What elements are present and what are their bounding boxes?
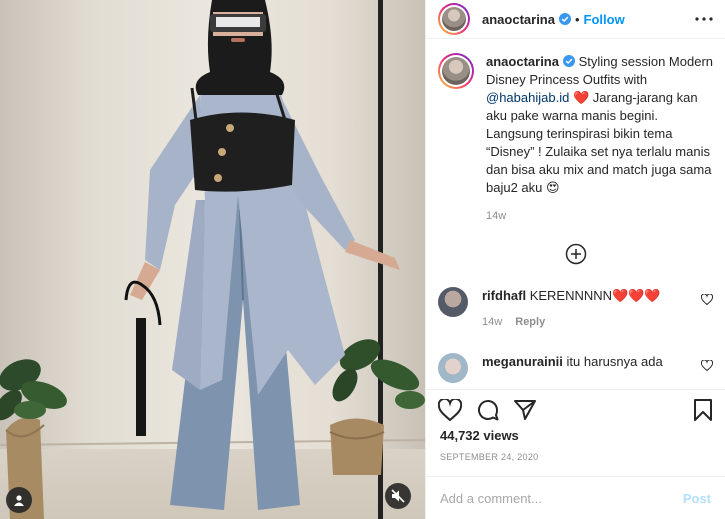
- verified-icon: [562, 55, 575, 67]
- author-username[interactable]: anaoctarina: [482, 12, 555, 27]
- caption-username[interactable]: anaoctarina: [486, 54, 559, 69]
- follow-button[interactable]: Follow: [584, 12, 625, 27]
- save-icon: [694, 398, 712, 421]
- commenter-username[interactable]: meganurainii: [482, 354, 563, 369]
- post-media[interactable]: [0, 0, 425, 519]
- post-header: anaoctarina • Follow: [426, 0, 725, 39]
- mute-icon: [391, 489, 405, 503]
- like-icon: [438, 398, 462, 421]
- comment-input[interactable]: [440, 490, 683, 506]
- heart-outline-icon: [700, 359, 713, 372]
- comment-button[interactable]: [476, 398, 500, 422]
- more-options-button[interactable]: [695, 17, 713, 21]
- comment-text: itu harusnya ada: [566, 354, 663, 369]
- reply-button[interactable]: Reply: [515, 316, 545, 328]
- user-tag-button[interactable]: [6, 487, 32, 513]
- caption: anaoctarina Styling session Modern Disne…: [438, 53, 713, 225]
- caption-timestamp[interactable]: 14w: [486, 207, 713, 225]
- comment-timestamp[interactable]: 14w: [482, 316, 502, 328]
- comment-like-button[interactable]: [700, 293, 713, 308]
- caption-emoji-heart: ❤️: [572, 90, 590, 105]
- share-icon: [514, 399, 536, 420]
- comment-item: rifdhafl KERENNNNN❤️❤️❤️ 14w Reply: [438, 287, 713, 331]
- comments-list[interactable]: anaoctarina Styling session Modern Disne…: [438, 53, 713, 385]
- commenter-avatar[interactable]: [438, 353, 468, 383]
- commenter-avatar[interactable]: [438, 287, 468, 317]
- post-date[interactable]: SEPTEMBER 24, 2020: [440, 452, 538, 462]
- comment-icon: [478, 399, 499, 420]
- verified-icon: [558, 13, 571, 25]
- post-comment-button[interactable]: Post: [683, 491, 711, 506]
- comment-text: KERENNNNN: [529, 288, 613, 303]
- caption-avatar[interactable]: [438, 53, 474, 89]
- commenter-username[interactable]: rifdhafl: [482, 288, 526, 303]
- view-count[interactable]: 44,732 views: [440, 428, 519, 443]
- comment-composer: Post: [426, 476, 725, 519]
- user-tag-icon: [14, 495, 24, 506]
- mute-button[interactable]: [385, 483, 411, 509]
- photo-illustration: [0, 0, 425, 519]
- post-details-panel: anaoctarina • Follow anaoctarina Styling…: [425, 0, 725, 519]
- separator-dot: •: [574, 11, 580, 27]
- save-button[interactable]: [693, 398, 713, 421]
- share-button[interactable]: [514, 399, 536, 421]
- more-options-icon: [695, 17, 713, 21]
- like-button[interactable]: [438, 398, 462, 421]
- load-more-comments-button[interactable]: [438, 243, 713, 265]
- caption-mention[interactable]: @habahijab.id: [486, 90, 569, 105]
- caption-text: anaoctarina Styling session Modern Disne…: [486, 53, 713, 225]
- action-bar: [426, 389, 725, 429]
- author-avatar[interactable]: [438, 3, 470, 35]
- comment-item: meganurainii itu harusnya ada: [438, 353, 713, 383]
- load-more-icon: [565, 243, 586, 265]
- comment-like-button[interactable]: [700, 359, 713, 374]
- heart-outline-icon: [700, 293, 713, 306]
- comment-emoji: ❤️❤️❤️: [612, 288, 661, 303]
- caption-rest: Jarang-jarang kan aku pake warna manis b…: [486, 90, 712, 195]
- caption-emoji-hearteyes: 😍: [546, 180, 560, 195]
